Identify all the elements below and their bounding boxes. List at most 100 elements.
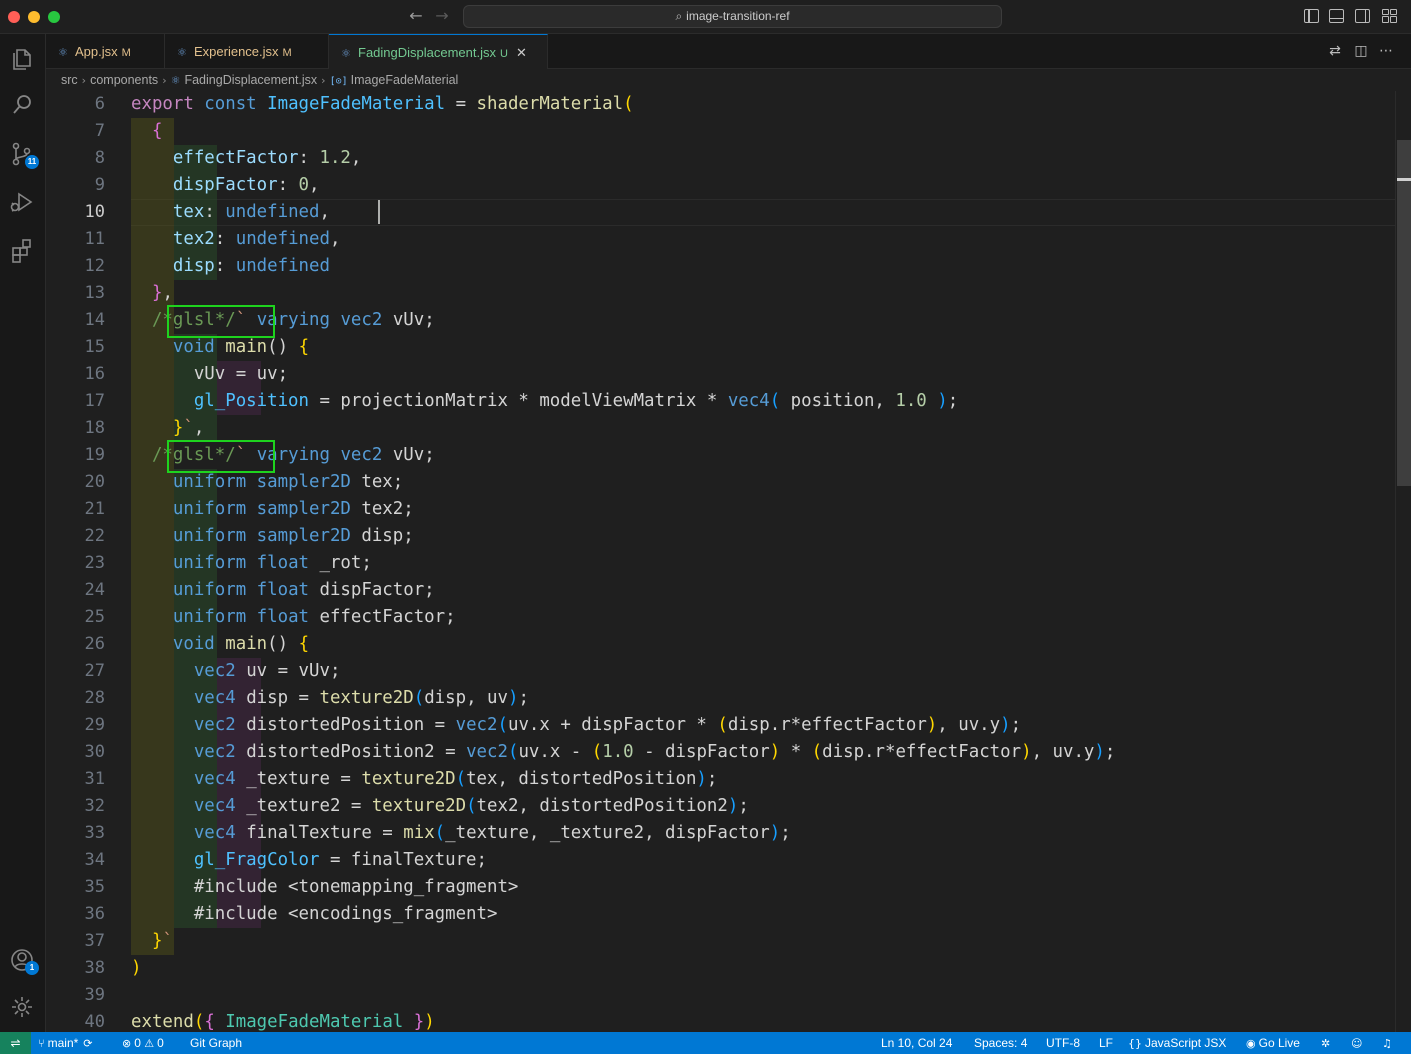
line-number[interactable]: 24 — [46, 577, 105, 604]
tab-fadingdisplacement-jsx[interactable]: ⚛ FadingDisplacement.jsx U ✕ — [329, 34, 548, 70]
line-number[interactable]: 8 — [46, 145, 105, 172]
code-line[interactable]: uniform float _rot; — [131, 550, 372, 577]
cursor-position[interactable]: Ln 10, Col 24 — [881, 1032, 952, 1054]
extensions-icon[interactable] — [8, 236, 36, 264]
code-line[interactable]: gl_Position = projectionMatrix * modelVi… — [131, 388, 958, 415]
line-number[interactable]: 15 — [46, 334, 105, 361]
customize-layout-icon[interactable] — [1382, 9, 1397, 23]
toggle-secondary-sidebar-icon[interactable] — [1355, 9, 1370, 23]
code-line[interactable]: uniform float dispFactor; — [131, 577, 435, 604]
back-arrow-icon[interactable]: ← — [406, 6, 426, 26]
line-number[interactable]: 18 — [46, 415, 105, 442]
more-actions-icon[interactable]: ⋯ — [1377, 42, 1395, 60]
code-line[interactable]: void main() { — [131, 631, 309, 658]
run-debug-icon[interactable] — [8, 188, 36, 216]
code-line[interactable]: #include <tonemapping_fragment> — [131, 874, 519, 901]
forward-arrow-icon[interactable]: → — [432, 6, 452, 26]
line-number[interactable]: 20 — [46, 469, 105, 496]
git-graph-button[interactable]: Git Graph — [190, 1032, 242, 1054]
split-editor-icon[interactable]: ◫ — [1352, 42, 1370, 60]
line-number[interactable]: 27 — [46, 658, 105, 685]
feedback-icon[interactable]: ☺ — [1351, 1032, 1365, 1054]
line-number[interactable]: 11 — [46, 226, 105, 253]
line-number[interactable]: 21 — [46, 496, 105, 523]
breadcrumb-item-src[interactable]: src — [61, 73, 78, 87]
code-area[interactable]: export const ImageFadeMaterial = shaderM… — [131, 91, 1395, 1032]
code-line[interactable]: tex: undefined, — [131, 199, 330, 226]
code-line[interactable]: vec4 _texture = texture2D(tex, distorted… — [131, 766, 718, 793]
tab-app-jsx[interactable]: ⚛ App.jsx M — [46, 34, 165, 69]
line-number[interactable]: 34 — [46, 847, 105, 874]
line-number[interactable]: 39 — [46, 982, 105, 1009]
problems-indicator[interactable]: ⊗ 0 ⚠ 0 — [122, 1032, 164, 1054]
line-number[interactable]: 25 — [46, 604, 105, 631]
code-line[interactable]: vec4 _texture2 = texture2D(tex2, distort… — [131, 793, 749, 820]
copilot-icon[interactable]: ✲ — [1321, 1032, 1333, 1054]
tab-experience-jsx[interactable]: ⚛ Experience.jsx M — [165, 34, 329, 69]
code-line[interactable]: vec4 finalTexture = mix(_texture, _textu… — [131, 820, 791, 847]
line-number[interactable]: 40 — [46, 1009, 105, 1032]
code-line[interactable]: ) — [131, 955, 141, 982]
close-tab-icon[interactable]: ✕ — [516, 46, 527, 61]
code-line[interactable]: uniform sampler2D disp; — [131, 523, 414, 550]
command-center-search[interactable]: ⌕ image-transition-ref — [463, 5, 1002, 28]
explorer-icon[interactable] — [8, 44, 36, 72]
language-mode[interactable]: {} JavaScript JSX — [1128, 1032, 1226, 1054]
code-line[interactable]: vec4 disp = texture2D(disp, uv); — [131, 685, 529, 712]
code-editor[interactable]: 6 7 8 9 10 11 12 13 14 15 16 17 18 19 20 21 22 23 24 25 26 27… — [46, 91, 1411, 1032]
code-line[interactable]: #include <encodings_fragment> — [131, 901, 498, 928]
accounts-icon[interactable]: 1 — [8, 946, 39, 975]
vertical-scrollbar-thumb[interactable] — [1397, 140, 1411, 486]
line-number[interactable]: 26 — [46, 631, 105, 658]
go-live-button[interactable]: ◉ Go Live — [1246, 1032, 1300, 1054]
line-number[interactable]: 32 — [46, 793, 105, 820]
code-line[interactable]: void main() { — [131, 334, 309, 361]
line-number[interactable]: 12 — [46, 253, 105, 280]
line-number[interactable]: 9 — [46, 172, 105, 199]
code-line[interactable]: uniform sampler2D tex2; — [131, 496, 414, 523]
toggle-panel-icon[interactable] — [1329, 9, 1344, 23]
encoding-setting[interactable]: UTF-8 — [1046, 1032, 1080, 1054]
code-line[interactable]: vUv = uv; — [131, 361, 288, 388]
line-number[interactable]: 23 — [46, 550, 105, 577]
line-number[interactable]: 19 — [46, 442, 105, 469]
code-line[interactable]: }, — [131, 280, 173, 307]
code-line[interactable]: gl_FragColor = finalTexture; — [131, 847, 487, 874]
code-line[interactable]: uniform sampler2D tex; — [131, 469, 403, 496]
toggle-primary-sidebar-icon[interactable] — [1304, 9, 1319, 23]
code-line[interactable]: }`, — [131, 415, 204, 442]
breadcrumb-item-components[interactable]: components — [90, 73, 158, 87]
code-line[interactable]: effectFactor: 1.2, — [131, 145, 362, 172]
line-number[interactable]: 7 — [46, 118, 105, 145]
line-number[interactable]: 35 — [46, 874, 105, 901]
code-line[interactable]: vec2 distortedPosition = vec2(uv.x + dis… — [131, 712, 1021, 739]
minimize-window-button[interactable] — [28, 11, 40, 23]
manage-gear-icon[interactable] — [8, 993, 36, 1021]
code-line[interactable]: vec2 distortedPosition2 = vec2(uv.x - (1… — [131, 739, 1116, 766]
notifications-bell-icon[interactable]: ♫ — [1382, 1032, 1395, 1054]
line-number[interactable]: 6 — [46, 91, 105, 118]
code-line[interactable]: }` — [131, 928, 173, 955]
line-number[interactable]: 29 — [46, 712, 105, 739]
line-number[interactable]: 38 — [46, 955, 105, 982]
code-line[interactable]: vec2 uv = vUv; — [131, 658, 341, 685]
line-number[interactable]: 14 — [46, 307, 105, 334]
breadcrumb-item-file[interactable]: FadingDisplacement.jsx — [184, 73, 317, 87]
line-number[interactable]: 16 — [46, 361, 105, 388]
eol-setting[interactable]: LF — [1099, 1032, 1113, 1054]
code-line[interactable]: export const ImageFadeMaterial = shaderM… — [131, 91, 634, 118]
breadcrumb-item-symbol[interactable]: ImageFadeMaterial — [351, 73, 459, 87]
line-number[interactable]: 31 — [46, 766, 105, 793]
code-line[interactable]: uniform float effectFactor; — [131, 604, 456, 631]
line-number[interactable]: 36 — [46, 901, 105, 928]
line-number[interactable]: 22 — [46, 523, 105, 550]
line-number[interactable]: 10 — [46, 199, 105, 226]
code-line[interactable]: extend({ ImageFadeMaterial }) — [131, 1009, 435, 1032]
maximize-window-button[interactable] — [48, 11, 60, 23]
branch-indicator[interactable]: ⑂ main* ⟳ — [38, 1032, 96, 1054]
close-window-button[interactable] — [8, 11, 20, 23]
line-number[interactable]: 37 — [46, 928, 105, 955]
code-line[interactable]: dispFactor: 0, — [131, 172, 320, 199]
code-line[interactable]: { — [131, 118, 162, 145]
remote-indicator-icon[interactable]: ⇌ — [0, 1032, 31, 1054]
